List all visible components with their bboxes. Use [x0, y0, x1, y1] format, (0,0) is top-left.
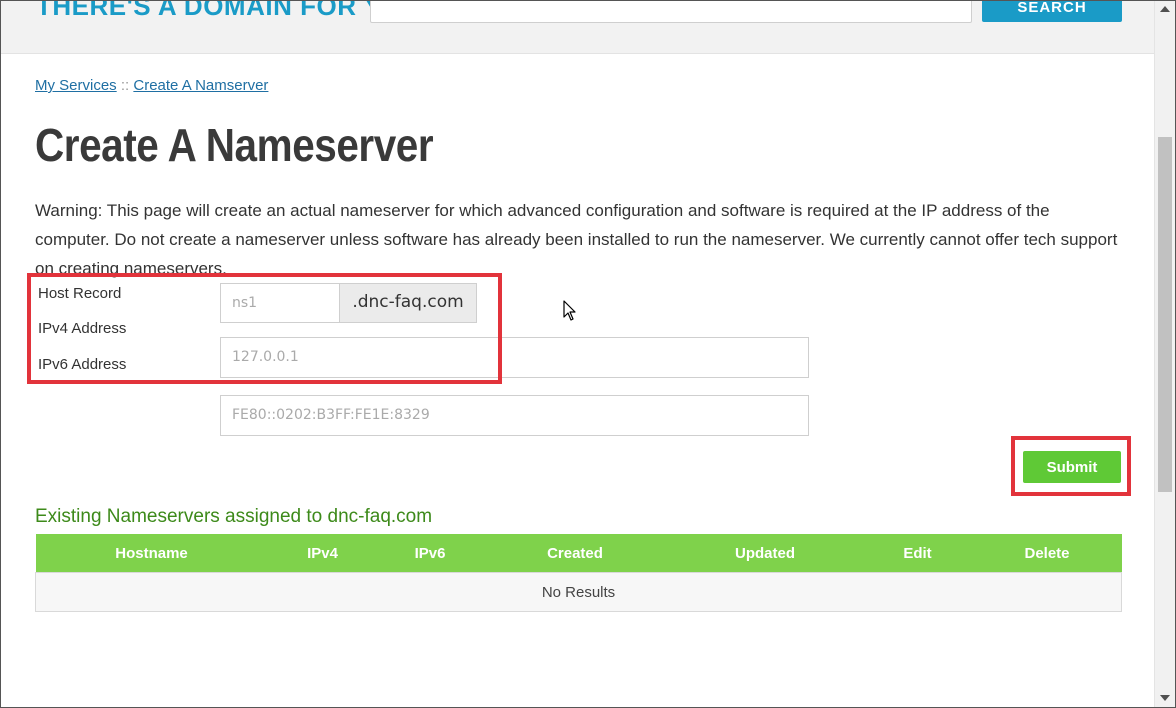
- warning-text: Warning: This page will create an actual…: [35, 201, 1118, 278]
- existing-nameservers-heading: Existing Nameservers assigned to dnc-faq…: [35, 506, 433, 527]
- domain-search-button[interactable]: SEARCH: [982, 1, 1122, 22]
- nameservers-table: Hostname IPv4 IPv6 Created Updated Edit …: [35, 534, 1122, 612]
- no-results-cell: No Results: [35, 572, 1122, 612]
- ipv6-address-input[interactable]: FE80::0202:B3FF:FE1E:8329: [220, 395, 809, 436]
- column-updated[interactable]: Updated: [667, 534, 863, 573]
- scrollbar-thumb[interactable]: [1158, 137, 1172, 492]
- breadcrumb-my-services[interactable]: My Services: [35, 77, 117, 94]
- submit-button[interactable]: Submit: [1023, 451, 1121, 483]
- column-hostname[interactable]: Hostname: [35, 534, 268, 573]
- column-ipv4[interactable]: IPv4: [267, 534, 378, 573]
- mouse-pointer-icon: [563, 300, 576, 321]
- breadcrumb: My Services :: Create A Namserver: [35, 77, 268, 94]
- scroll-down-arrow-icon[interactable]: [1160, 695, 1170, 701]
- domain-search-banner: THERE'S A DOMAIN FOR YOU. SEARCH: [1, 1, 1155, 54]
- scroll-up-arrow-icon[interactable]: [1160, 6, 1170, 12]
- breadcrumb-create-nameserver[interactable]: Create A Namserver: [133, 77, 268, 94]
- domain-search-input[interactable]: [370, 1, 972, 23]
- column-delete[interactable]: Delete: [972, 534, 1122, 573]
- table-header-row: Hostname IPv4 IPv6 Created Updated Edit …: [35, 534, 1122, 573]
- form-highlight-box: [27, 273, 502, 384]
- table-row: No Results: [35, 572, 1122, 612]
- browser-viewport: THERE'S A DOMAIN FOR YOU. SEARCH My Serv…: [0, 0, 1176, 708]
- vertical-scrollbar[interactable]: [1154, 1, 1175, 707]
- page-title: Create A Nameserver: [35, 119, 434, 171]
- breadcrumb-separator: ::: [120, 77, 130, 94]
- column-created[interactable]: Created: [482, 534, 668, 573]
- column-ipv6[interactable]: IPv6: [377, 534, 483, 573]
- column-edit[interactable]: Edit: [862, 534, 973, 573]
